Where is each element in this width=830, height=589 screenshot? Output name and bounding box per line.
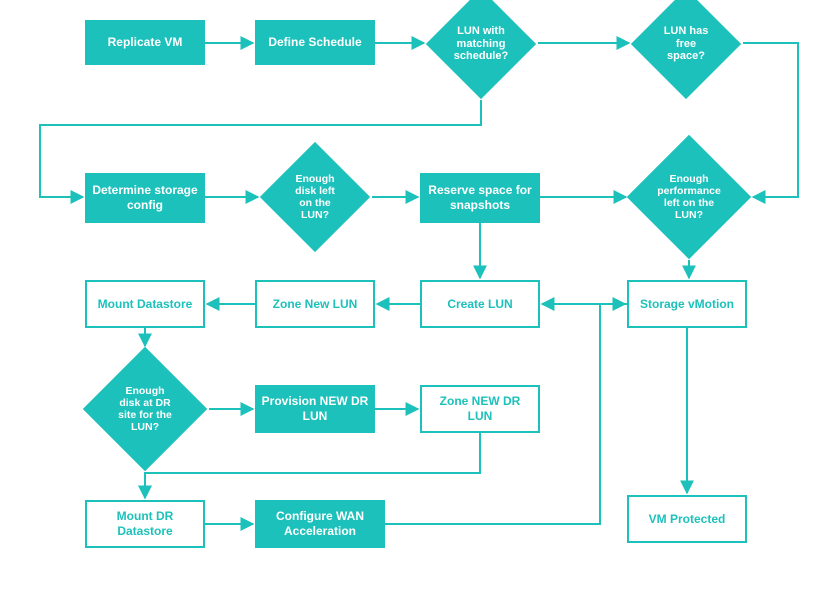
label: Configure WAN Acceleration <box>261 509 379 539</box>
process-zone-new-lun: Zone New LUN <box>255 280 375 328</box>
label: Create LUN <box>447 297 512 312</box>
decision-lun-freespace: LUN has free space? <box>647 5 725 83</box>
process-vm-protected: VM Protected <box>627 495 747 543</box>
process-mount-dr-datastore: Mount DR Datastore <box>85 500 205 548</box>
process-zone-new-dr: Zone NEW DR LUN <box>420 385 540 433</box>
process-replicate-vm: Replicate VM <box>85 20 205 65</box>
label: Storage vMotion <box>640 297 734 312</box>
process-determine-storage: Determine storage config <box>85 173 205 223</box>
process-define-schedule: Define Schedule <box>255 20 375 65</box>
label: Enough performance left on the LUN? <box>657 173 721 221</box>
decision-enough-disk-dr: Enough disk at DR site for the LUN? <box>101 365 189 453</box>
label: Provision NEW DR LUN <box>261 394 369 424</box>
label: Enough disk at DR site for the LUN? <box>115 385 175 433</box>
label: Mount DR Datastore <box>91 509 199 539</box>
label: VM Protected <box>649 512 726 527</box>
label: Enough disk left on the LUN? <box>290 173 340 221</box>
label: LUN has free space? <box>661 25 711 63</box>
process-mount-datastore: Mount Datastore <box>85 280 205 328</box>
decision-enough-disk-lun: Enough disk left on the LUN? <box>276 158 354 236</box>
label: Zone New LUN <box>273 297 358 312</box>
process-provision-new-dr: Provision NEW DR LUN <box>255 385 375 433</box>
process-storage-vmotion: Storage vMotion <box>627 280 747 328</box>
decision-lun-matching: LUN with matching schedule? <box>442 5 520 83</box>
label: Define Schedule <box>268 35 361 50</box>
label: Reserve space for snapshots <box>426 183 534 213</box>
decision-enough-perf-lun: Enough performance left on the LUN? <box>645 153 733 241</box>
label: Replicate VM <box>108 35 183 50</box>
process-reserve-snapshots: Reserve space for snapshots <box>420 173 540 223</box>
process-configure-wan: Configure WAN Acceleration <box>255 500 385 548</box>
label: LUN with matching schedule? <box>454 25 508 63</box>
label: Mount Datastore <box>98 297 193 312</box>
label: Determine storage config <box>91 183 199 213</box>
label: Zone NEW DR LUN <box>426 394 534 424</box>
process-create-lun: Create LUN <box>420 280 540 328</box>
